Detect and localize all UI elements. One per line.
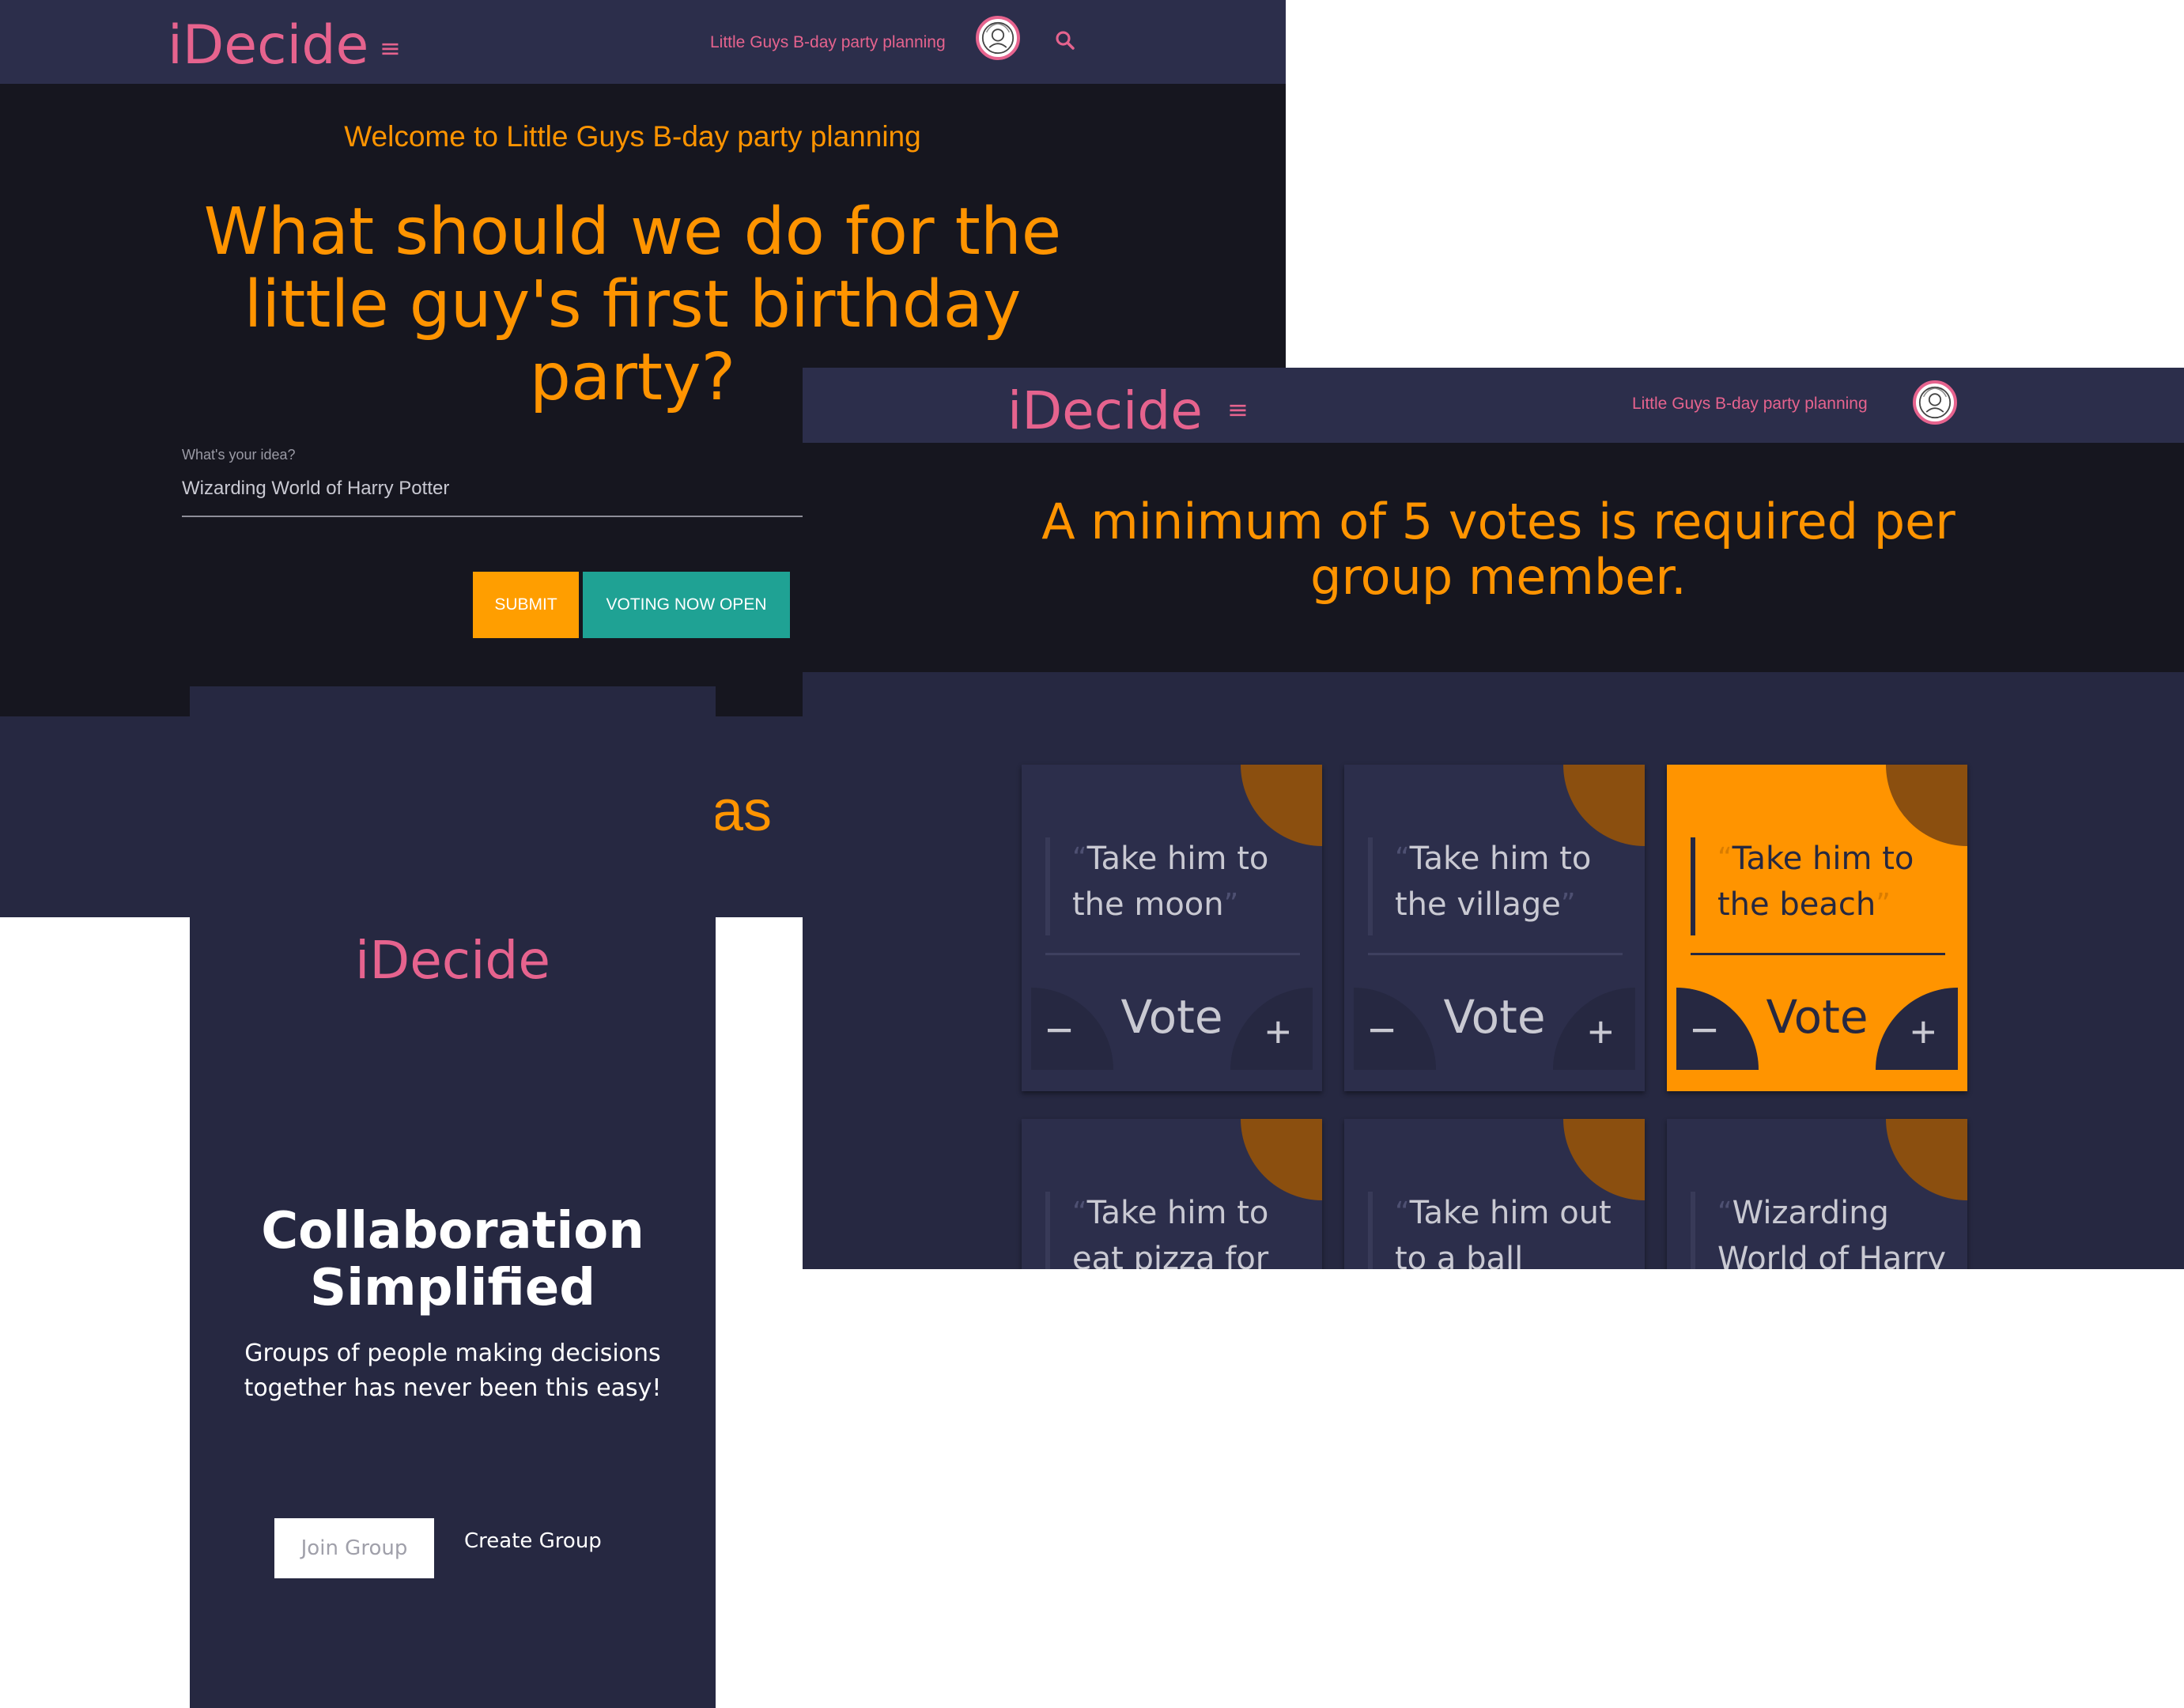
quote-bar: [1368, 837, 1373, 935]
idea-card-selected[interactable]: “Take him to the beach” Vote − +: [1667, 765, 1967, 1091]
welcome-text: Welcome to Little Guys B-day party plann…: [344, 120, 921, 153]
landing-description: Groups of people making decisions togeth…: [244, 1340, 662, 1402]
close-quote-icon: ”: [1560, 888, 1576, 920]
open-quote-icon: “: [1717, 1196, 1732, 1229]
brand-logo: iDecide: [355, 930, 550, 991]
card-divider: [1368, 953, 1623, 955]
hamburger-icon[interactable]: ≡: [380, 33, 401, 63]
card-corner-decoration: [1241, 1119, 1322, 1200]
open-quote-icon: “: [1072, 1196, 1087, 1229]
submit-button[interactable]: SUBMIT: [473, 572, 579, 638]
idea-card[interactable]: “Take him to eat pizza for the: [1022, 1119, 1322, 1269]
voting-screen: iDecide ≡ Little Guys B-day party planni…: [803, 368, 2184, 1269]
open-quote-icon: “: [1072, 842, 1087, 875]
idea-text-value: Take him out to a ball game: [1395, 1195, 1612, 1269]
quote-bar: [1691, 1192, 1695, 1269]
idea-text: “Take him out to a ball game”: [1395, 1190, 1632, 1269]
idea-input-underline: [182, 516, 807, 517]
avatar-image: [1918, 386, 1952, 419]
party-link[interactable]: Little Guys B-day party planning: [1632, 395, 1868, 414]
idea-text: “Take him to eat pizza for the: [1072, 1190, 1309, 1269]
quote-bar: [1045, 837, 1050, 935]
card-corner-decoration: [1886, 1119, 1967, 1200]
quote-bar: [1045, 1192, 1050, 1269]
idea-field-label: What's your idea?: [182, 447, 296, 463]
idea-text-value: Wizarding World of Harry: [1717, 1195, 1947, 1269]
card-divider: [1691, 953, 1945, 955]
idea-text: “Wizarding World of Harry: [1717, 1190, 1955, 1269]
idea-card[interactable]: “Take him to the moon” Vote − +: [1022, 765, 1322, 1091]
close-quote-icon: ”: [1876, 888, 1891, 920]
card-divider: [1045, 953, 1300, 955]
close-quote-icon: ”: [1223, 888, 1239, 920]
create-group-button[interactable]: Create Group: [464, 1529, 602, 1553]
avatar[interactable]: [1913, 380, 1957, 425]
avatar-image: [981, 21, 1015, 55]
idea-card[interactable]: “Wizarding World of Harry: [1667, 1119, 1967, 1269]
idea-text-value: Take him to eat pizza for the: [1072, 1195, 1269, 1269]
brand-logo[interactable]: iDecide: [1007, 380, 1203, 441]
top-navbar: iDecide ≡ Little Guys B-day party planni…: [0, 0, 1286, 84]
idea-text: “Take him to the beach”: [1717, 836, 1955, 928]
idea-card[interactable]: “Take him out to a ball game”: [1344, 1119, 1645, 1269]
open-quote-icon: “: [1395, 842, 1410, 875]
card-corner-decoration: [1563, 1119, 1645, 1200]
idea-text-value: Take him to the moon: [1072, 841, 1269, 923]
idea-card[interactable]: “Take him to the village” Vote − +: [1344, 765, 1645, 1091]
idea-text: “Take him to the village”: [1395, 836, 1632, 928]
landing-title: Collaboration Simplified: [261, 1202, 644, 1317]
hamburger-icon[interactable]: ≡: [1227, 395, 1249, 425]
idea-input[interactable]: Wizarding World of Harry Potter: [182, 478, 449, 500]
quote-bar: [1691, 837, 1695, 935]
idea-text: “Take him to the moon”: [1072, 836, 1309, 928]
avatar[interactable]: [976, 16, 1020, 60]
section-heading-fragment: as: [712, 780, 773, 843]
card-corner-decoration: [1563, 765, 1645, 846]
join-group-button[interactable]: Join Group: [274, 1518, 434, 1578]
card-corner-decoration: [1241, 765, 1322, 846]
brand-logo[interactable]: iDecide: [168, 14, 368, 77]
mobile-landing-screen: iDecide Collaboration Simplified Groups …: [190, 686, 716, 1708]
open-quote-icon: “: [1717, 842, 1732, 875]
voting-open-button[interactable]: VOTING NOW OPEN: [583, 572, 790, 638]
card-corner-decoration: [1886, 765, 1967, 846]
open-quote-icon: “: [1395, 1196, 1410, 1229]
min-votes-heading: A minimum of 5 votes is required per gro…: [1041, 493, 1955, 606]
search-icon[interactable]: [1053, 28, 1077, 52]
quote-bar: [1368, 1192, 1373, 1269]
party-link[interactable]: Little Guys B-day party planning: [710, 33, 946, 52]
top-navbar: iDecide ≡ Little Guys B-day party planni…: [803, 368, 2184, 443]
